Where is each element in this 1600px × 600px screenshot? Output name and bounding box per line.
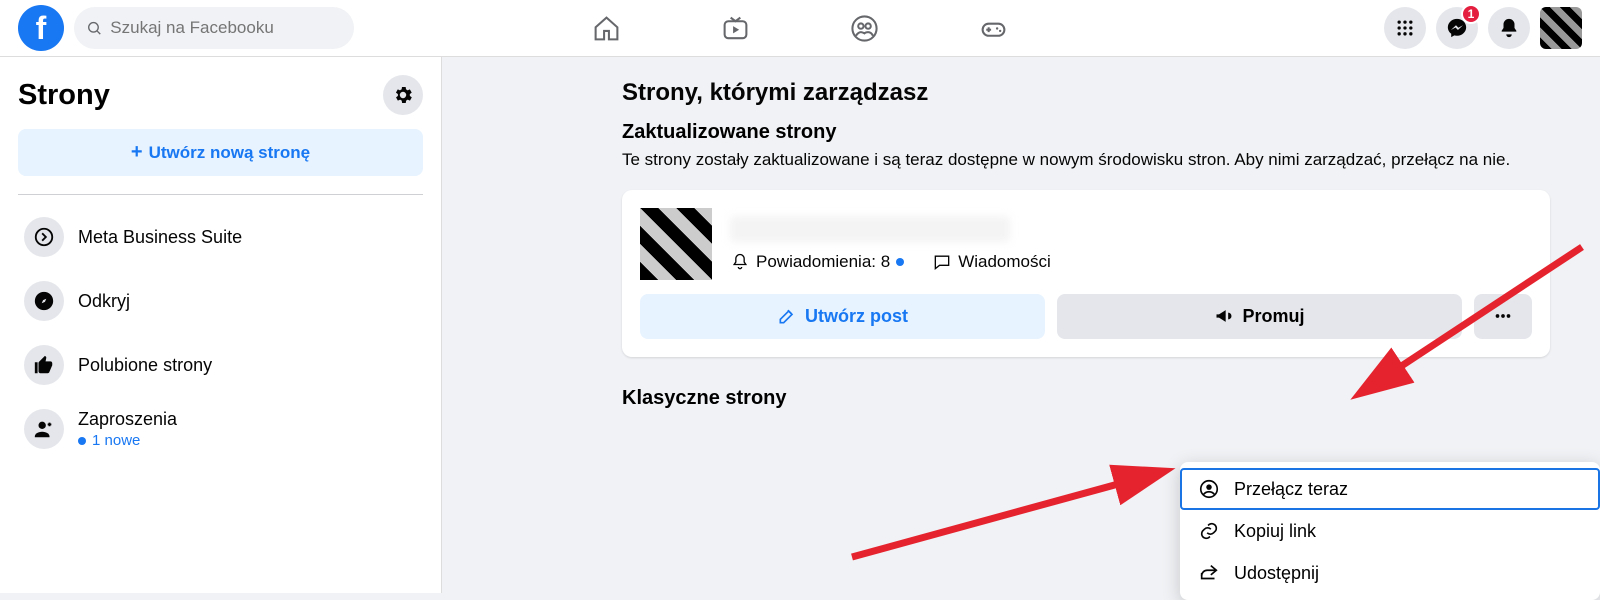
sidebar: Strony + Utwórz nową stronę Meta Busines… bbox=[0, 57, 442, 593]
chat-icon bbox=[932, 252, 952, 272]
gear-icon bbox=[392, 84, 414, 106]
updated-description: Te strony zostały zaktualizowane i są te… bbox=[622, 148, 1520, 172]
plus-icon: + bbox=[131, 141, 143, 164]
sidebar-item-label: Meta Business Suite bbox=[78, 227, 242, 248]
page-card: Powiadomienia: 8 Wiadomości Utwórz post bbox=[622, 190, 1550, 357]
main-content: Strony, którymi zarządzasz Zaktualizowan… bbox=[442, 57, 1600, 593]
sidebar-item-invites[interactable]: Zaproszenia 1 nowe bbox=[18, 397, 423, 461]
notifications-link[interactable]: Powiadomienia: 8 bbox=[730, 252, 904, 272]
settings-button[interactable] bbox=[383, 75, 423, 115]
gaming-icon[interactable] bbox=[979, 14, 1008, 43]
menu-item-copy-link[interactable]: Kopiuj link bbox=[1180, 510, 1600, 552]
menu-item-switch[interactable]: Przełącz teraz bbox=[1180, 468, 1600, 510]
megaphone-icon bbox=[1214, 306, 1234, 326]
sidebar-item-meta-business[interactable]: Meta Business Suite bbox=[18, 205, 423, 269]
notifications-button[interactable] bbox=[1488, 7, 1530, 49]
account-switch-icon bbox=[1198, 478, 1220, 500]
page-thumbnail[interactable] bbox=[640, 208, 712, 280]
menu-item-share[interactable]: Udostępnij bbox=[1180, 552, 1600, 594]
unread-dot-icon bbox=[896, 258, 904, 266]
topbar-right: 1 bbox=[1384, 7, 1582, 49]
sidebar-item-discover[interactable]: Odkryj bbox=[18, 269, 423, 333]
circle-chevron-icon bbox=[33, 226, 55, 248]
topbar-left: f bbox=[18, 5, 354, 51]
more-options-button[interactable] bbox=[1474, 294, 1532, 339]
home-icon[interactable] bbox=[592, 14, 621, 43]
link-icon bbox=[1198, 520, 1220, 542]
divider bbox=[18, 194, 423, 195]
bell-outline-icon bbox=[730, 252, 750, 272]
sidebar-item-liked[interactable]: Polubione strony bbox=[18, 333, 423, 397]
compose-icon bbox=[777, 306, 797, 326]
thumb-up-icon bbox=[33, 354, 55, 376]
search-box[interactable] bbox=[74, 7, 354, 49]
grid-icon bbox=[1395, 18, 1415, 38]
messenger-button[interactable]: 1 bbox=[1436, 7, 1478, 49]
more-options-menu: Przełącz teraz Kopiuj link Udostępnij bbox=[1180, 462, 1600, 600]
messages-link[interactable]: Wiadomości bbox=[932, 252, 1051, 272]
sidebar-item-label: Odkryj bbox=[78, 291, 130, 312]
facebook-logo[interactable]: f bbox=[18, 5, 64, 51]
top-bar: f 1 bbox=[0, 0, 1600, 57]
create-post-button[interactable]: Utwórz post bbox=[640, 294, 1045, 339]
annotation-arrow-to-switch bbox=[842, 447, 1182, 567]
account-avatar[interactable] bbox=[1540, 7, 1582, 49]
search-input[interactable] bbox=[110, 18, 342, 38]
promote-button[interactable]: Promuj bbox=[1057, 294, 1462, 339]
bell-icon bbox=[1498, 17, 1520, 39]
ellipsis-icon bbox=[1492, 305, 1514, 327]
compass-icon bbox=[33, 290, 55, 312]
share-icon bbox=[1198, 562, 1220, 584]
search-icon bbox=[86, 19, 102, 37]
classic-heading: Klasyczne strony bbox=[622, 387, 1550, 410]
page-title: Strony, którymi zarządzasz bbox=[622, 79, 1550, 107]
sidebar-title: Strony bbox=[18, 79, 110, 112]
menu-grid-button[interactable] bbox=[1384, 7, 1426, 49]
create-page-label: Utwórz nową stronę bbox=[149, 143, 311, 163]
messenger-badge: 1 bbox=[1461, 4, 1481, 24]
groups-icon[interactable] bbox=[850, 14, 879, 43]
person-plus-icon bbox=[33, 418, 55, 440]
page-name-redacted[interactable] bbox=[730, 216, 1010, 242]
sidebar-item-sublabel: 1 nowe bbox=[78, 432, 177, 449]
sidebar-item-label: Zaproszenia bbox=[78, 409, 177, 430]
sidebar-item-label: Polubione strony bbox=[78, 355, 212, 376]
create-page-button[interactable]: + Utwórz nową stronę bbox=[18, 129, 423, 176]
topbar-center-nav bbox=[592, 14, 1008, 43]
watch-icon[interactable] bbox=[721, 14, 750, 43]
updated-heading: Zaktualizowane strony bbox=[622, 121, 1550, 144]
